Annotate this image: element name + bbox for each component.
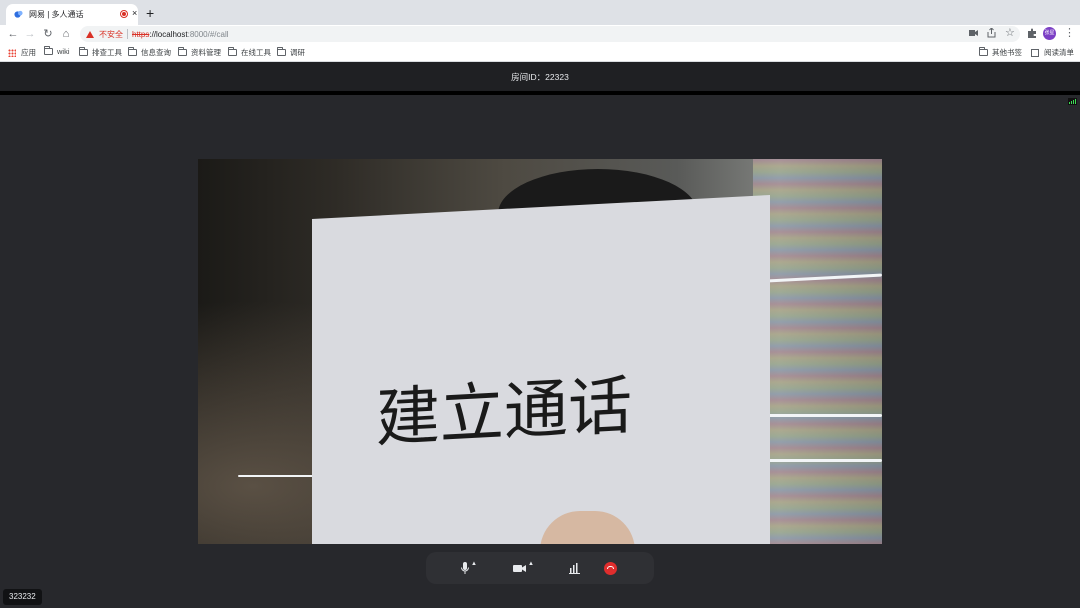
bookmark-apps[interactable]: 应用 (8, 47, 36, 58)
microphone-button[interactable]: ▲ (461, 559, 477, 577)
bookmark-label: 其他书签 (992, 48, 1022, 57)
local-user-id: 323232 (3, 589, 42, 605)
light-glare (753, 159, 882, 544)
tab-strip: 网易 | 多人通话 × + (0, 0, 1080, 25)
tab-active[interactable]: 网易 | 多人通话 × (6, 4, 138, 25)
url-scheme: https (132, 29, 150, 39)
address-bar[interactable]: 不安全 https://localhost:8000/#/call (80, 26, 1020, 42)
camera-in-use-icon[interactable] (969, 29, 978, 37)
folder-icon (228, 47, 237, 56)
url-path: :8000/#/call (187, 29, 229, 39)
folder-icon (79, 47, 88, 56)
hang-up-icon (604, 561, 617, 575)
bookmark-folder[interactable]: 信息查询 (128, 47, 171, 58)
profile-avatar[interactable]: 张星 (1043, 27, 1056, 40)
folder-icon (178, 47, 187, 56)
address-separator (127, 29, 128, 39)
url-text[interactable]: https://localhost:8000/#/call (132, 30, 229, 39)
recording-indicator-icon (120, 10, 128, 18)
bookmark-folder[interactable]: 排查工具 (79, 47, 122, 58)
bookmark-label: 应用 (21, 48, 36, 57)
ceiling-light (758, 459, 882, 462)
bookmark-folder[interactable]: 调研 (277, 47, 305, 58)
paper-text: 建立通话 (376, 369, 632, 456)
bookmark-label: wiki (57, 47, 70, 56)
video-camera-icon (513, 564, 526, 572)
ceiling-light (758, 414, 882, 417)
stats-button[interactable] (568, 559, 580, 577)
bookmark-other[interactable]: 其他书签 (979, 47, 1022, 58)
folder-icon (979, 47, 988, 56)
apps-grid-icon (8, 48, 16, 57)
bar-chart-icon (569, 562, 580, 574)
back-arrow-icon[interactable]: ← (6, 27, 20, 41)
folder-icon (277, 47, 286, 56)
microphone-icon (461, 562, 469, 574)
handheld-paper: 建立通话 (312, 194, 770, 544)
bookmark-label: 在线工具 (241, 48, 271, 57)
camera-button[interactable]: ▲ (513, 559, 534, 577)
bookmark-label: 调研 (290, 48, 305, 57)
remote-video[interactable]: 建立通话 (198, 159, 882, 544)
bookmark-folder[interactable]: 在线工具 (228, 47, 271, 58)
bookmark-label: 信息查询 (141, 48, 171, 57)
security-label[interactable]: 不安全 (99, 29, 123, 40)
reading-list-icon (1031, 48, 1039, 57)
url-host: ://localhost (149, 29, 188, 39)
hang-up-button[interactable] (604, 559, 617, 577)
new-tab-button[interactable]: + (146, 5, 154, 21)
reading-list[interactable]: 阅读清单 (1031, 47, 1074, 58)
reload-icon[interactable]: ↻ (41, 27, 55, 41)
star-icon[interactable]: ☆ (1005, 26, 1015, 39)
share-icon[interactable] (987, 28, 996, 38)
warning-icon (86, 30, 94, 38)
home-icon[interactable]: ⌂ (59, 27, 73, 41)
caret-up-icon[interactable]: ▲ (471, 561, 477, 567)
caret-up-icon[interactable]: ▲ (528, 561, 534, 567)
folder-icon (128, 47, 137, 56)
browser-toolbar: ← → ↻ ⌂ 不安全 https://localhost:8000/#/cal… (0, 25, 1080, 43)
folder-icon (44, 46, 53, 55)
chat-favicon-icon (14, 10, 23, 18)
tab-title: 网易 | 多人通话 (29, 10, 84, 19)
bookmark-label: 排查工具 (92, 48, 122, 57)
tab-close-button[interactable]: × (132, 8, 137, 18)
handwriting: 建立通话 (376, 369, 632, 456)
extensions-icon[interactable] (1027, 28, 1037, 38)
menu-icon[interactable]: ⋮ (1064, 26, 1075, 39)
call-header: 房间ID：22323 (0, 62, 1080, 91)
ceiling-light (238, 475, 318, 477)
bookmark-label: 阅读清单 (1044, 48, 1074, 57)
forward-arrow-icon[interactable]: → (23, 27, 37, 41)
room-id: 房间ID：22323 (511, 71, 569, 82)
network-signal-icon (1068, 98, 1077, 105)
bookmark-label: 资料管理 (191, 48, 221, 57)
call-controls: ▲ ▲ (426, 552, 654, 584)
bookmark-folder[interactable]: wiki (44, 46, 70, 56)
bookmarks-bar: 应用 wiki 排查工具 信息查询 资料管理 在线工具 调研 其他书签 阅读清单 (0, 43, 1080, 62)
bookmark-folder[interactable]: 资料管理 (178, 47, 221, 58)
